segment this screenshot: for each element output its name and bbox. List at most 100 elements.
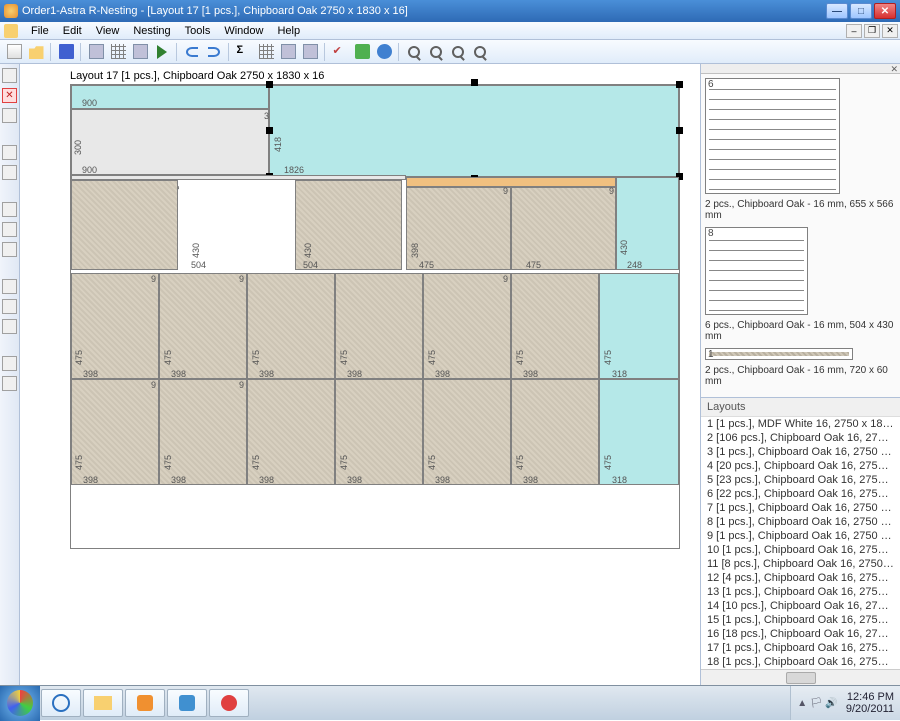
layout-list-item[interactable]: 7 [1 pcs.], Chipboard Oak 16, 2750 x 183… (701, 501, 900, 515)
menu-tools[interactable]: Tools (178, 23, 218, 39)
piece-cyan-large[interactable] (269, 85, 679, 177)
piece-orange-strip[interactable] (406, 177, 616, 187)
mdi-minimize-button[interactable]: – (846, 24, 862, 38)
palette-delete-icon[interactable]: ✕ (2, 88, 17, 103)
part-thumbnail-8[interactable]: 8 (705, 227, 808, 315)
run-nesting-button[interactable] (152, 42, 172, 62)
palette-tool-6[interactable] (2, 202, 17, 217)
layout-canvas[interactable]: Layout 17 [1 pcs.], Chipboard Oak 2750 x… (20, 64, 700, 685)
layout-list-item[interactable]: 2 [106 pcs.], Chipboard Oak 16, 2750 x 1… (701, 431, 900, 445)
zoom-tool-button[interactable] (470, 42, 490, 62)
layout-list-item[interactable]: 10 [1 pcs.], Chipboard Oak 16, 2750 x 18… (701, 543, 900, 557)
palette-tool-10[interactable] (2, 299, 17, 314)
sigma-button[interactable]: Σ (234, 42, 254, 62)
taskbar-ie-icon[interactable] (41, 689, 81, 717)
palette-tool-5[interactable] (2, 165, 17, 180)
sheet[interactable]: 900 3 300 900 418 1826 9 504 (70, 84, 680, 549)
taskbar-media-icon[interactable] (125, 689, 165, 717)
piece-hatch[interactable] (71, 273, 159, 379)
palette-tool-3[interactable] (2, 108, 17, 123)
menu-edit[interactable]: Edit (56, 23, 89, 39)
selection-handle[interactable] (676, 127, 683, 134)
minimize-button[interactable]: — (826, 3, 848, 19)
menu-window[interactable]: Window (217, 23, 270, 39)
system-tray[interactable]: ▲ 🏳 🔊 12:46 PM 9/20/2011 (790, 686, 900, 720)
menu-file[interactable]: File (24, 23, 56, 39)
menu-help[interactable]: Help (270, 23, 307, 39)
piece-gray-1[interactable] (71, 109, 269, 175)
check-button[interactable]: ✔ (330, 42, 350, 62)
palette-tool-8[interactable] (2, 242, 17, 257)
selection-handle[interactable] (471, 79, 478, 86)
layout-list-item[interactable]: 5 [23 pcs.], Chipboard Oak 16, 2750 x 18… (701, 473, 900, 487)
dim-475: 475 (515, 455, 525, 470)
menu-view[interactable]: View (89, 23, 127, 39)
mdi-restore-button[interactable]: ❐ (864, 24, 880, 38)
layout-list-item[interactable]: 6 [22 pcs.], Chipboard Oak 16, 2750 x 18… (701, 487, 900, 501)
redo-button[interactable] (204, 42, 224, 62)
open-button[interactable] (26, 42, 46, 62)
layout-list-item[interactable]: 14 [10 pcs.], Chipboard Oak 16, 2750 x 1… (701, 599, 900, 613)
zoom-out-button[interactable] (426, 42, 446, 62)
palette-tool-12[interactable] (2, 356, 17, 371)
panel-close-icon[interactable]: ✕ (701, 64, 900, 74)
layout-list-item[interactable]: 11 [8 pcs.], Chipboard Oak 16, 2750 x 18… (701, 557, 900, 571)
layout-list-item[interactable]: 18 [1 pcs.], Chipboard Oak 16, 2750 x 18… (701, 655, 900, 669)
layout-list-item[interactable]: 12 [4 pcs.], Chipboard Oak 16, 2750 x 18… (701, 571, 900, 585)
piece-hatch[interactable] (511, 187, 616, 270)
undo-button[interactable] (182, 42, 202, 62)
layout-list-item[interactable]: 9 [1 pcs.], Chipboard Oak 16, 2750 x 183… (701, 529, 900, 543)
layout-list-item[interactable]: 8 [1 pcs.], Chipboard Oak 16, 2750 x 183… (701, 515, 900, 529)
taskbar-app2-icon[interactable] (209, 689, 249, 717)
palette-tool-9[interactable] (2, 279, 17, 294)
maximize-button[interactable]: □ (850, 3, 872, 19)
palette-tool-4[interactable] (2, 145, 17, 160)
part-thumbnail-1[interactable]: 1 (705, 348, 853, 360)
settings-button[interactable] (352, 42, 372, 62)
layout-list-item[interactable]: 13 [1 pcs.], Chipboard Oak 16, 2750 x 18… (701, 585, 900, 599)
zoom-fit-button[interactable] (448, 42, 468, 62)
taskbar-explorer-icon[interactable] (83, 689, 123, 717)
selection-handle[interactable] (266, 127, 273, 134)
palette-tool-13[interactable] (2, 376, 17, 391)
layout-list-item[interactable]: 15 [1 pcs.], Chipboard Oak 16, 2750 x 18… (701, 613, 900, 627)
palette-pointer-icon[interactable] (2, 68, 17, 83)
globe-button[interactable] (374, 42, 394, 62)
dim-504: 504 (191, 260, 206, 270)
part-thumbnail-6[interactable]: 6 (705, 78, 840, 194)
save-button[interactable] (56, 42, 76, 62)
piece-hatch[interactable] (71, 180, 178, 270)
taskbar-app1-icon[interactable] (167, 689, 207, 717)
layouts-list[interactable]: 1 [1 pcs.], MDF White 16, 2750 x 18302 [… (701, 417, 900, 669)
layout-list-item[interactable]: 17 [1 pcs.], Chipboard Oak 16, 2750 x 18… (701, 641, 900, 655)
selection-handle[interactable] (266, 81, 273, 88)
layout-list-item[interactable]: 16 [18 pcs.], Chipboard Oak 16, 2750 x 1… (701, 627, 900, 641)
close-button[interactable]: ✕ (874, 3, 896, 19)
windows-orb-icon (7, 690, 33, 716)
tool-button-1[interactable] (86, 42, 106, 62)
horizontal-scrollbar[interactable] (701, 669, 900, 685)
zoom-in-button[interactable] (404, 42, 424, 62)
selection-handle[interactable] (676, 81, 683, 88)
menu-nesting[interactable]: Nesting (126, 23, 177, 39)
piece-hatch[interactable] (71, 379, 159, 485)
piece-cyan-r1[interactable] (616, 177, 679, 270)
palette-tool-11[interactable] (2, 319, 17, 334)
layout-list-item[interactable]: 3 [1 pcs.], Chipboard Oak 16, 2750 x 183… (701, 445, 900, 459)
piece-cyan-top[interactable] (71, 85, 269, 109)
layout-list-item[interactable]: 1 [1 pcs.], MDF White 16, 2750 x 1830 (701, 417, 900, 431)
tray-clock[interactable]: 12:46 PM 9/20/2011 (846, 691, 894, 715)
tool-button-4[interactable] (278, 42, 298, 62)
mdi-close-button[interactable]: ✕ (882, 24, 898, 38)
new-button[interactable] (4, 42, 24, 62)
start-button[interactable] (0, 686, 40, 721)
report-button[interactable] (256, 42, 276, 62)
tool-button-3[interactable] (130, 42, 150, 62)
tool-button-2[interactable] (108, 42, 128, 62)
layout-list-item[interactable]: 4 [20 pcs.], Chipboard Oak 16, 2750 x 18… (701, 459, 900, 473)
tool-button-5[interactable] (300, 42, 320, 62)
tray-icons[interactable]: ▲ 🏳 🔊 (797, 698, 838, 709)
piece-hatch[interactable] (406, 187, 511, 270)
right-panel: ✕ 6 2 pcs., Chipboard Oak - 16 mm, 655 x… (700, 64, 900, 685)
palette-tool-7[interactable] (2, 222, 17, 237)
